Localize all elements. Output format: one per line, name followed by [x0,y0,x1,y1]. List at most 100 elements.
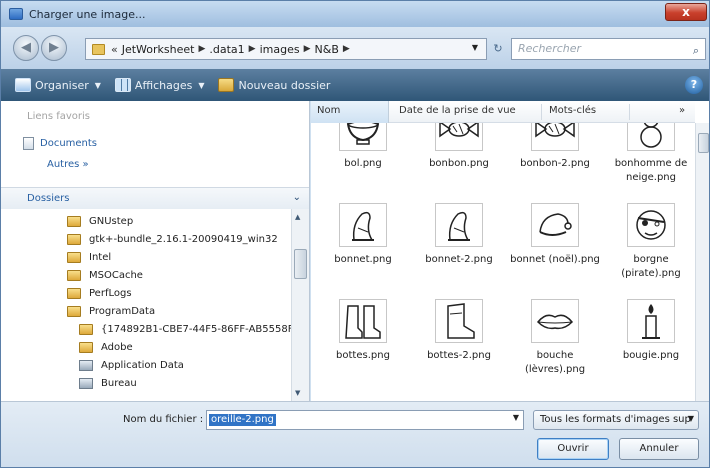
hat-icon [352,211,374,241]
scroll-down-icon[interactable]: ▼ [295,389,300,397]
column-date[interactable]: Date de la prise de vue [399,105,516,116]
breadcrumb-arrow-icon[interactable]: ▶ [198,44,205,54]
folder-tree-item[interactable]: Bureau [79,375,137,392]
breadcrumb-arrow-icon[interactable]: ▶ [343,44,350,54]
file-item[interactable]: borgne (pirate).png [603,203,695,281]
close-button[interactable]: x [665,3,707,21]
help-icon[interactable]: ? [685,76,703,94]
breadcrumb-item-jetworksheet[interactable]: JetWorksheet [122,43,195,56]
open-button[interactable]: Ouvrir [537,438,609,460]
back-button[interactable]: ◀ [13,35,39,61]
folder-tree-item[interactable]: PerfLogs [67,285,132,302]
candy-thumbnail-icon [531,123,579,151]
scrollbar-thumb[interactable] [698,133,709,153]
filename-dropdown-icon[interactable]: ▼ [513,413,519,422]
filename-value[interactable]: oreille-2.png [209,414,276,426]
folder-tree-item[interactable]: Adobe [79,339,133,356]
search-icon[interactable]: ⌕ [693,41,699,61]
folders-header[interactable]: Dossiers ⌄ [1,187,309,209]
bowl-thumbnail-icon [339,123,387,151]
file-name: bottes.png [336,350,390,361]
file-name: bonnet (noël).png [510,254,600,265]
lips-thumbnail-icon [531,299,579,343]
folder-tree-item[interactable]: GNUstep [67,213,133,230]
file-list-scrollbar[interactable] [695,123,709,401]
boots-thumbnail-icon [339,299,387,343]
column-headers: Nom Date de la prise de vue Mots-clés » [311,101,695,123]
folder-tree-item[interactable]: MSOCache [67,267,143,284]
bowl-icon [346,123,380,145]
search-input[interactable]: Rechercher ⌕ [511,38,706,60]
folder-tree: GNUstep gtk+-bundle_2.16.1-20090419_win32… [1,209,291,401]
column-divider[interactable] [629,104,630,120]
boot-icon [447,303,475,339]
file-item[interactable]: bottes.png [315,299,411,363]
breadcrumb-arrow-icon[interactable]: ▶ [249,44,256,54]
candy-icon [535,123,575,138]
file-item[interactable]: bougie.png [603,299,695,363]
breadcrumb-item-images[interactable]: images [260,43,300,56]
file-type-select[interactable]: Tous les formats d'images sup ▼ [533,410,699,430]
new-folder-button[interactable]: Nouveau dossier [218,78,330,92]
file-item[interactable]: bottes-2.png [411,299,507,363]
organize-button[interactable]: Organiser ▼ [15,78,101,92]
filename-input[interactable]: oreille-2.png ▼ [206,410,524,430]
column-name[interactable]: Nom [311,101,389,123]
file-item[interactable]: bol.png [315,123,411,171]
folder-tree-item[interactable]: ProgramData [67,303,155,320]
candle-icon [642,304,660,339]
views-label: Affichages [134,78,193,92]
file-item[interactable]: bonbon.png [411,123,507,171]
breadcrumb-overflow[interactable]: « [111,43,118,56]
file-type-dropdown-icon[interactable]: ▼ [688,414,694,423]
candy-icon [439,123,479,138]
folder-tree-item[interactable]: {174892B1-CBE7-44F5-86FF-AB5558F [79,321,291,338]
column-tags[interactable]: Mots-clés [549,105,596,116]
breadcrumb-item-nb[interactable]: N&B [315,43,339,56]
refresh-icon[interactable]: ↻ [489,39,507,59]
santa-hat-thumbnail-icon [531,203,579,247]
folder-tree-label: gtk+-bundle_2.16.1-20090419_win32 [89,234,278,245]
more-columns-icon[interactable]: » [679,105,685,116]
folder-tree-label: Application Data [101,360,184,371]
scroll-up-icon[interactable]: ▲ [295,213,300,221]
folder-tree-item[interactable]: gtk+-bundle_2.16.1-20090419_win32 [67,231,278,248]
window-title: Charger une image... [29,7,146,21]
folder-tree-item[interactable]: Intel [67,249,111,266]
candy-thumbnail-icon [435,123,483,151]
file-item[interactable]: bouche (lèvres).png [507,299,603,377]
file-name: bottes-2.png [427,350,491,361]
views-button[interactable]: Affichages ▼ [114,78,204,92]
views-icon [114,78,131,92]
column-divider[interactable] [541,104,542,120]
breadcrumb-arrow-icon[interactable]: ▶ [304,44,311,54]
file-item[interactable]: bonnet-2.png [411,203,507,267]
breadcrumb[interactable]: « JetWorksheet ▶ .data1 ▶ images ▶ N&B ▶… [85,38,487,60]
system-folder-icon [79,378,93,389]
file-name: bonnet.png [334,254,392,265]
file-type-value: Tous les formats d'images sup [540,414,691,425]
favorite-documents[interactable]: Documents [23,137,97,150]
file-item[interactable]: bonnet (noël).png [507,203,603,267]
file-item[interactable]: bonhomme de neige.png [603,123,695,185]
forward-button[interactable]: ▶ [41,35,67,61]
favorites-more-link[interactable]: Autres » [47,159,89,170]
folder-icon [67,216,81,227]
folder-tree-item[interactable]: Application Data [79,357,184,374]
breadcrumb-item-data1[interactable]: .data1 [209,43,244,56]
file-item[interactable]: bonnet.png [315,203,411,267]
history-dropdown-icon[interactable]: ▼ [472,43,478,52]
folder-tree-scrollbar[interactable]: ▲ ▼ [291,209,309,401]
file-item[interactable]: bonbon-2.png [507,123,603,171]
chevron-down-icon[interactable]: ⌄ [293,192,301,203]
open-image-dialog: Charger une image... x ◀ ▶ « JetWorkshee… [0,0,710,468]
file-name: borgne (pirate).png [621,254,681,279]
address-row: ◀ ▶ « JetWorksheet ▶ .data1 ▶ images ▶ N… [1,27,709,69]
pirate-face-thumbnail-icon [627,203,675,247]
system-folder-icon [79,360,93,371]
folder-tree-label: Intel [89,252,112,263]
snowman-thumbnail-icon [627,123,675,151]
snowman-icon [640,123,662,148]
scrollbar-thumb[interactable] [294,249,307,279]
cancel-button[interactable]: Annuler [619,438,699,460]
